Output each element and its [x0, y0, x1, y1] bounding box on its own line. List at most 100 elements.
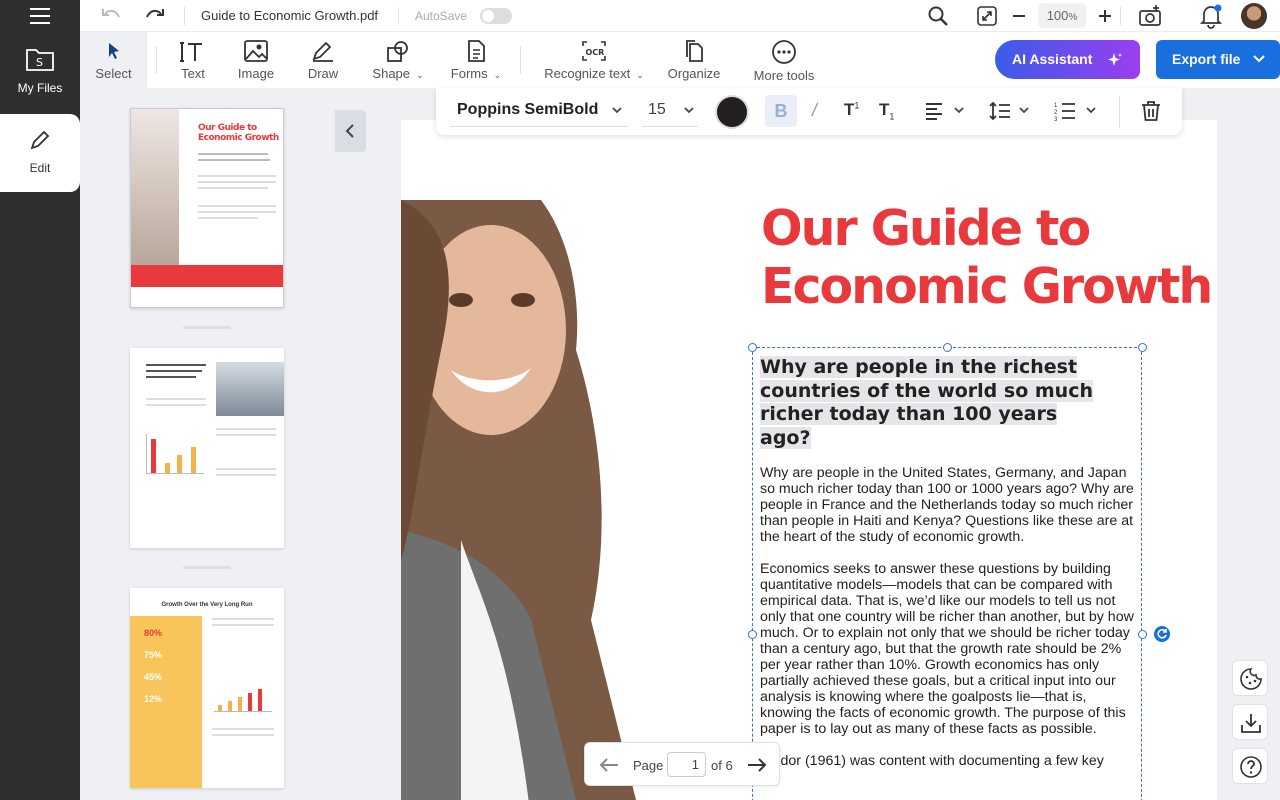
svg-text:OCR: OCR	[586, 48, 605, 57]
delete-trash-icon[interactable]	[1141, 100, 1161, 122]
page-thumbnail-2[interactable]	[130, 348, 284, 548]
align-left-icon[interactable]	[925, 102, 943, 120]
tool-organize[interactable]: Organize	[667, 40, 721, 81]
thumb-text-line	[198, 181, 276, 183]
zoom-in-icon[interactable]	[1098, 9, 1112, 23]
tool-text[interactable]: Text	[180, 40, 206, 81]
paragraph-2: Economics seeks to answer these question…	[760, 561, 1134, 737]
screenshot-icon[interactable]	[1137, 4, 1163, 28]
sparkle-icon	[1108, 53, 1122, 66]
text-format-toolbar: Poppins SemiBold 15 B / T1 T1 123	[436, 88, 1182, 135]
ai-assistant-button[interactable]: AI Assistant	[995, 40, 1140, 79]
chevron-down-icon	[1253, 55, 1265, 63]
autosave-toggle[interactable]	[480, 8, 512, 24]
ai-assistant-label: AI Assistant	[1012, 51, 1093, 67]
resize-handle[interactable]	[1138, 343, 1147, 352]
tool-more-tools[interactable]: More tools	[753, 40, 815, 83]
resize-handle[interactable]	[943, 343, 952, 352]
thumb-text-line	[146, 364, 206, 366]
file-name: Guide to Economic Growth.pdf	[201, 8, 379, 23]
tool-image[interactable]: Image	[236, 40, 276, 81]
tool-recognize-text[interactable]: OCR Recognize text ⌄	[542, 40, 646, 81]
thumb-text-line	[216, 468, 276, 470]
chevron-down-icon[interactable]	[1086, 107, 1096, 115]
search-icon[interactable]	[927, 5, 949, 27]
notification-bell-icon[interactable]	[1199, 3, 1223, 29]
font-family-value: Poppins SemiBold	[457, 101, 599, 118]
tool-shape[interactable]: Shape ⌄	[370, 40, 426, 81]
tool-draw[interactable]: Draw	[306, 40, 340, 81]
tool-forms-label: Forms	[450, 66, 488, 81]
zoom-level[interactable]: 100%	[1038, 3, 1086, 28]
thumb-red-band	[131, 265, 283, 287]
export-file-button[interactable]: Export file	[1156, 40, 1280, 79]
zoom-unit: %	[1068, 12, 1078, 23]
arrow-left-icon[interactable]	[599, 757, 619, 773]
hamburger-menu-icon[interactable]	[30, 8, 50, 24]
text-color-picker[interactable]	[715, 95, 749, 129]
thumb-photo	[216, 362, 284, 416]
chevron-down-icon[interactable]	[954, 107, 964, 115]
undo-icon[interactable]	[100, 6, 122, 24]
thumb-text-line	[198, 211, 276, 213]
rotate-handle-icon[interactable]	[1154, 626, 1170, 642]
thumb-yellow-panel: 80% 75% 45% 12%	[130, 616, 202, 788]
main-toolbar: Select Text Image Draw Shape ⌄ Forms ⌄ OCR…	[80, 32, 1280, 88]
redo-icon[interactable]	[144, 6, 166, 24]
tool-select-label: Select	[95, 66, 132, 81]
left-rail: S My Files Edit	[0, 0, 80, 800]
help-button[interactable]	[1232, 748, 1268, 784]
rail-edit[interactable]: Edit	[0, 114, 80, 192]
chevron-down-icon[interactable]	[1019, 107, 1029, 115]
bold-button[interactable]: B	[765, 95, 797, 127]
divider	[398, 7, 399, 25]
italic-button[interactable]: /	[812, 100, 817, 121]
thumb-stat: 45%	[144, 672, 163, 682]
chevron-down-icon: ⌄	[416, 70, 424, 80]
heading-line1: Why are people in the richest	[760, 356, 1078, 378]
chevron-down-icon[interactable]	[684, 107, 694, 115]
superscript-icon[interactable]: T1	[844, 100, 859, 120]
fit-page-icon[interactable]	[976, 5, 998, 27]
arrow-right-icon[interactable]	[747, 757, 767, 773]
divider	[1119, 96, 1120, 128]
tool-shape-label: Shape	[372, 66, 411, 81]
cookie-settings-button[interactable]	[1232, 660, 1268, 696]
thumb-page3-title: Growth Over the Very Long Run	[161, 602, 253, 608]
divider	[184, 7, 185, 25]
font-family-select[interactable]: Poppins SemiBold	[457, 101, 598, 119]
chevron-down-icon[interactable]	[612, 107, 622, 115]
divider	[450, 126, 628, 127]
tool-more-tools-label: More tools	[753, 68, 815, 83]
thumb-portrait	[131, 109, 179, 269]
page-thumbnail-1[interactable]: Our Guide to Economic Growth	[130, 108, 284, 308]
resize-handle[interactable]	[748, 343, 757, 352]
tool-forms[interactable]: Forms ⌄	[448, 40, 504, 81]
user-avatar[interactable]	[1241, 3, 1267, 29]
rail-my-files[interactable]: S My Files	[0, 46, 80, 95]
numbered-list-icon[interactable]: 123	[1054, 101, 1076, 121]
chevron-down-icon: ⌄	[493, 70, 502, 80]
selected-heading[interactable]: Why are people in the richest countries …	[760, 356, 1095, 450]
collapse-panel-button[interactable]	[335, 110, 366, 152]
tool-select[interactable]: Select	[80, 32, 147, 88]
divider	[520, 46, 521, 74]
line-spacing-icon[interactable]	[989, 101, 1011, 121]
page-thumbnail-3[interactable]: Growth Over the Very Long Run 80% 75% 45…	[130, 588, 284, 788]
tool-text-label: Text	[181, 66, 205, 81]
heading-line3: richer today than 100 years ago?	[760, 403, 1058, 449]
thumb-text-line	[216, 434, 276, 436]
download-tray-icon	[1241, 714, 1261, 733]
cursor-icon	[108, 43, 119, 59]
body-text[interactable]: Why are people in the United States, Ger…	[760, 465, 1135, 785]
resize-handle[interactable]	[748, 630, 757, 639]
page-thumbnails-panel: Our Guide to Economic Growth Growth Over …	[80, 88, 335, 800]
resize-handle[interactable]	[1138, 630, 1147, 639]
download-button[interactable]	[1232, 704, 1268, 740]
tool-image-label: Image	[237, 66, 275, 81]
font-size-select[interactable]: 15	[648, 101, 666, 119]
zoom-out-icon[interactable]	[1012, 9, 1026, 23]
divider	[642, 126, 698, 127]
subscript-icon[interactable]: T1	[879, 100, 894, 121]
current-page-input[interactable]: 1	[667, 752, 706, 777]
